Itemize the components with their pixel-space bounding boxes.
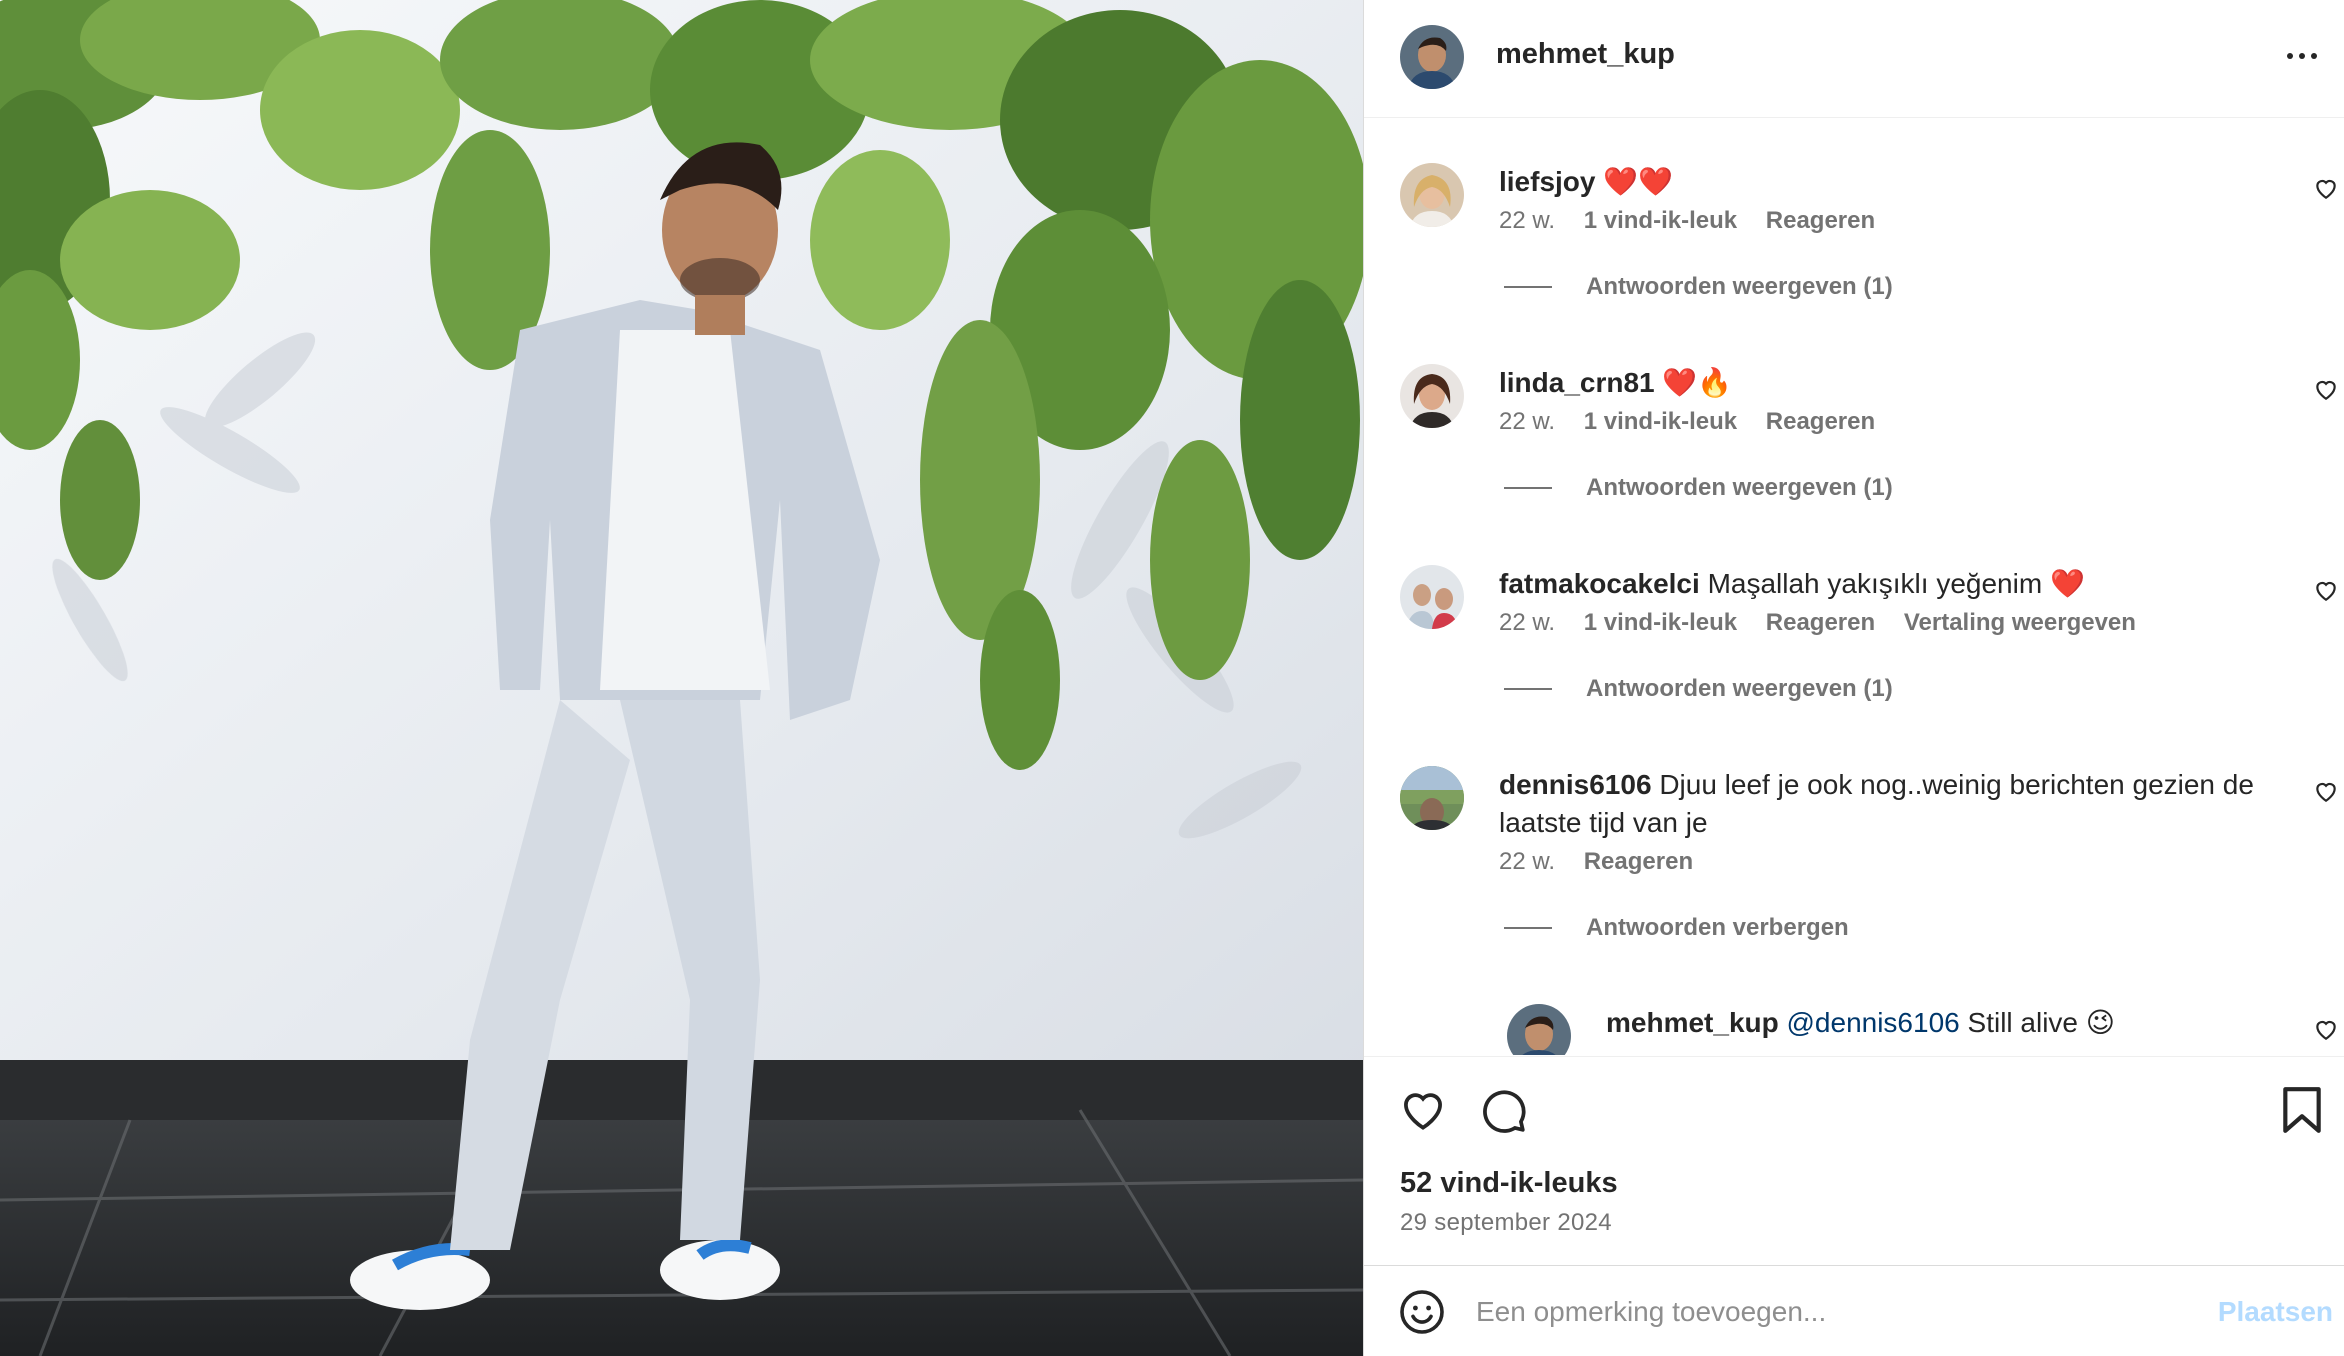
post-actions: 52 vind-ik-leuks 29 september 2024 (1364, 1056, 2344, 1266)
commenter-avatar[interactable] (1400, 565, 1464, 629)
comment-body: dennis6106 Djuu leef je ook nog..weinig … (1499, 766, 2259, 842)
commenter-avatar[interactable] (1400, 364, 1464, 428)
comment-meta: 22 w. 1 vind-ik-leuk Reageren Vertaling … (1499, 609, 2158, 637)
post-date: 29 september 2024 (1400, 1209, 1612, 1236)
author-avatar[interactable] (1400, 25, 1464, 89)
comments-list[interactable]: liefsjoy ❤️❤️ 22 w. 1 vind-ik-leuk Reage… (1364, 119, 2344, 1055)
comment-meta: 22 w. Reageren (1499, 848, 1715, 876)
comment-body: fatmakocakelci Maşallah yakışıklı yeğeni… (1499, 565, 2259, 603)
post-sidebar: mehmet_kup liefsjoy ❤️❤️ 22 w. 1 vind-ik… (1363, 0, 2344, 1356)
comment-reply-button[interactable]: Reageren (1766, 408, 1875, 435)
more-icon-dot (2299, 53, 2305, 59)
comment-age: 22 w. (1499, 609, 1556, 636)
reply-body: mehmet_kup @dennis6106 Still alive 😉 (1606, 1004, 2246, 1042)
comment-translate-button[interactable]: Vertaling weergeven (1904, 609, 2136, 636)
replies-line (1504, 927, 1552, 929)
hide-replies-label: Antwoorden verbergen (1586, 914, 1849, 941)
comment-reply-button[interactable]: Reageren (1766, 207, 1875, 234)
comment-meta: 22 w. 1 vind-ik-leuk Reageren (1499, 408, 1897, 436)
reply-mention[interactable]: @dennis6106 (1787, 1007, 1960, 1038)
comment-age: 22 w. (1499, 207, 1556, 234)
comment-icon[interactable] (1478, 1085, 1528, 1135)
view-replies-label: Antwoorden weergeven (1) (1586, 273, 1893, 300)
comment-heart-icon[interactable] (2313, 577, 2339, 603)
post-like-count[interactable]: 52 vind-ik-leuks (1400, 1167, 1618, 1200)
post-photo-illustration (0, 0, 1363, 1356)
comment-meta: 22 w. 1 vind-ik-leuk Reageren (1499, 207, 1897, 235)
more-icon-dot (2311, 53, 2317, 59)
comment-heart-icon[interactable] (2313, 778, 2339, 804)
heart-icon[interactable] (1398, 1085, 1448, 1135)
view-replies-button[interactable]: Antwoorden weergeven (1) (1504, 675, 1893, 703)
view-replies-button[interactable]: Antwoorden weergeven (1) (1504, 273, 1893, 301)
comment-username[interactable]: liefsjoy (1499, 166, 1595, 197)
post-photo[interactable] (0, 0, 1363, 1356)
replies-line (1504, 688, 1552, 690)
replies-line (1504, 286, 1552, 288)
view-replies-button[interactable]: Antwoorden weergeven (1) (1504, 474, 1893, 502)
reply-avatar[interactable] (1507, 1004, 1571, 1055)
view-replies-label: Antwoorden weergeven (1) (1586, 474, 1893, 501)
comment-body: linda_crn81 ❤️🔥 (1499, 364, 2259, 402)
author-username[interactable]: mehmet_kup (1496, 38, 1675, 71)
comment-age: 22 w. (1499, 408, 1556, 435)
more-icon (2287, 53, 2293, 59)
comment-body: liefsjoy ❤️❤️ (1499, 163, 2259, 201)
comment-like-count[interactable]: 1 vind-ik-leuk (1584, 408, 1737, 435)
reply-username[interactable]: mehmet_kup (1606, 1007, 1779, 1038)
comment-reply-button[interactable]: Reageren (1584, 848, 1693, 875)
commenter-avatar[interactable] (1400, 766, 1464, 830)
comment-heart-icon[interactable] (2313, 376, 2339, 402)
reply-heart-icon[interactable] (2313, 1016, 2339, 1042)
post-comment-button[interactable]: Plaatsen (2218, 1296, 2333, 1328)
comment-text: Maşallah yakışıklı yeğenim (1707, 568, 2043, 599)
comment-emoji: ❤️🔥 (1662, 367, 1733, 398)
comment-emoji: ❤️ (2049, 568, 2085, 599)
emoji-icon[interactable] (1398, 1288, 1446, 1336)
post-header: mehmet_kup (1364, 0, 2344, 118)
replies-line (1504, 487, 1552, 489)
comment-heart-icon[interactable] (2313, 175, 2339, 201)
comment-input[interactable] (1476, 1284, 2176, 1340)
comment-age: 22 w. (1499, 848, 1556, 875)
more-options-button[interactable] (2277, 36, 2327, 76)
comment-username[interactable]: fatmakocakelci (1499, 568, 1700, 599)
comment-username[interactable]: dennis6106 (1499, 769, 1652, 800)
add-comment-bar: Plaatsen (1364, 1265, 2344, 1356)
commenter-avatar[interactable] (1400, 163, 1464, 227)
hide-replies-button[interactable]: Antwoorden verbergen (1504, 914, 1849, 942)
comment-reply-button[interactable]: Reageren (1766, 609, 1875, 636)
reply-text: Still alive (1967, 1007, 2078, 1038)
reply-emoji: 😉 (2085, 1007, 2115, 1038)
comment-emoji: ❤️❤️ (1603, 166, 1673, 197)
comment-like-count[interactable]: 1 vind-ik-leuk (1584, 609, 1737, 636)
view-replies-label: Antwoorden weergeven (1) (1586, 675, 1893, 702)
comment-like-count[interactable]: 1 vind-ik-leuk (1584, 207, 1737, 234)
bookmark-icon[interactable] (2279, 1085, 2325, 1135)
comment-username[interactable]: linda_crn81 (1499, 367, 1655, 398)
